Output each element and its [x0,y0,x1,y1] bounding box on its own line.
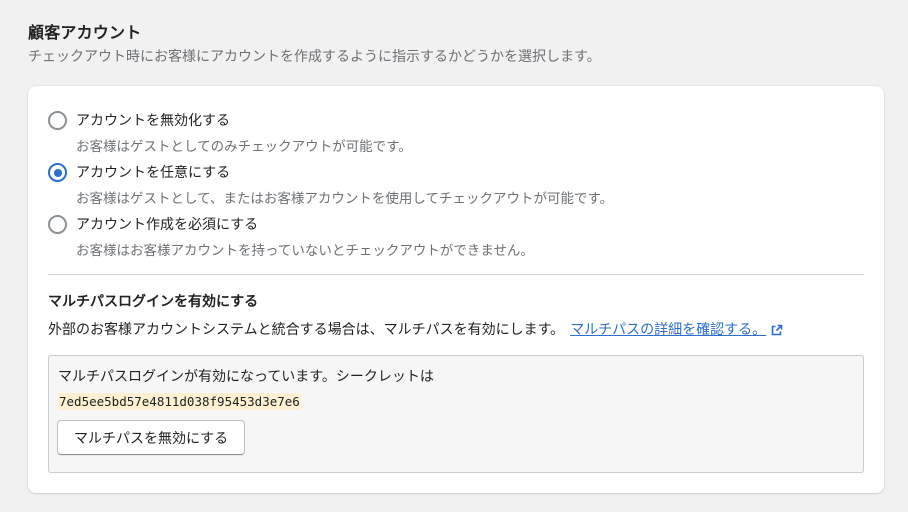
radio-optional-accounts[interactable] [48,163,67,182]
option-label[interactable]: アカウントを任意にする [76,162,230,182]
multipass-link-label[interactable]: マルチパスの詳細を確認する。 [570,322,766,338]
multipass-description-row: 外部のお客様アカウントシステムと統合する場合は、マルチパスを有効にします。 マルチ… [48,319,783,339]
radio-disable-accounts[interactable] [48,111,67,130]
divider [48,274,864,275]
option-help-text: お客様はゲストとして、またはお客様アカウントを使用してチェックアウトが可能です。 [76,191,614,207]
radio-required-accounts[interactable] [48,215,67,234]
multipass-learn-more-link[interactable]: マルチパスの詳細を確認する。 [570,322,766,338]
option-label[interactable]: アカウントを無効化する [76,110,230,130]
external-link-icon[interactable] [771,324,783,336]
option-help-text: お客様はゲストとしてのみチェックアウトが可能です。 [76,139,412,155]
option-label[interactable]: アカウント作成を必須にする [76,214,258,234]
disable-multipass-button[interactable]: マルチパスを無効にする [57,420,246,455]
multipass-title: マルチパスログインを有効にする [48,294,259,310]
section-title: 顧客アカウント [28,23,142,42]
multipass-secret-box: マルチパスログインが有効になっています。シークレットは 7ed5ee5bd57e… [48,355,864,473]
settings-page: 顧客アカウント チェックアウト時にお客様にアカウントを作成するように指示するかど… [0,0,908,512]
multipass-enabled-message: マルチパスログインが有効になっています。シークレットは [58,369,434,385]
option-help-text: お客様はお客様アカウントを持っていないとチェックアウトができません。 [76,243,534,259]
multipass-description: 外部のお客様アカウントシステムと統合する場合は、マルチパスを有効にします。 [48,322,565,338]
multipass-secret: 7ed5ee5bd57e4811d038f95453d3e7e6 [58,393,301,410]
customer-accounts-card: アカウントを無効化する お客様はゲストとしてのみチェックアウトが可能です。 アカ… [28,86,884,493]
section-description: チェックアウト時にお客様にアカウントを作成するように指示するかどうかを選択します… [28,49,601,65]
